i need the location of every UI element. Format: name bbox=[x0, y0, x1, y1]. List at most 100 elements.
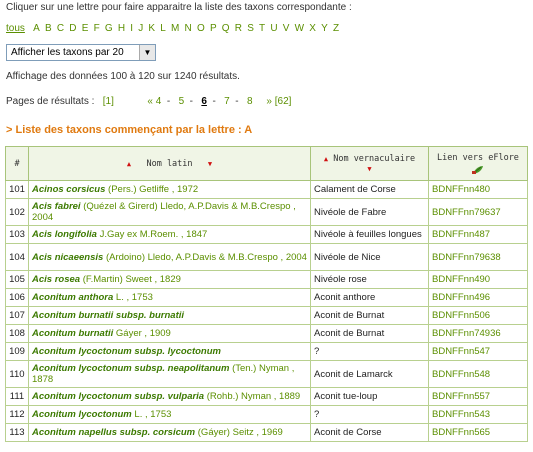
taxon-link[interactable]: Aconitum burnatii subsp. burnatii bbox=[32, 310, 184, 321]
taxa-per-page-select[interactable]: Afficher les taxons par 20 ▼ bbox=[6, 44, 156, 61]
page-link-last[interactable]: [62] bbox=[275, 96, 292, 107]
letter-link-r[interactable]: R bbox=[235, 23, 242, 34]
eflore-link[interactable]: BDNFFnn79638 bbox=[432, 252, 501, 263]
row-number: 109 bbox=[5, 342, 29, 361]
taxon-link[interactable]: Aconitum lycoctonum subsp. neapolitanum … bbox=[32, 363, 294, 385]
taxon-link[interactable]: Aconitum napellus subsp. corsicum (Gáyer… bbox=[32, 427, 283, 438]
table-header-row: # ▲ Nom latin ▼ ▲ Nom vernaculaire ▼ Lie… bbox=[5, 146, 528, 181]
letter-link-a[interactable]: A bbox=[33, 23, 40, 34]
latin-name-cell: Acinos corsicus (Pers.) Getliffe , 1972 bbox=[28, 180, 311, 199]
sort-asc-icon[interactable]: ▲ bbox=[324, 155, 328, 163]
letter-link-k[interactable]: K bbox=[148, 23, 155, 34]
eflore-link[interactable]: BDNFFnn548 bbox=[432, 369, 490, 380]
latin-name-cell: Aconitum lycoctonum subsp. lycoctonum bbox=[28, 342, 311, 361]
taxon-link[interactable]: Aconitum burnatii Gáyer , 1909 bbox=[32, 328, 171, 339]
letter-link-i[interactable]: I bbox=[130, 23, 133, 34]
eflore-link-cell: BDNFFnn548 bbox=[428, 360, 528, 388]
eflore-link[interactable]: BDNFFnn543 bbox=[432, 409, 490, 420]
row-number: 105 bbox=[5, 270, 29, 289]
eflore-link[interactable]: BDNFFnn557 bbox=[432, 391, 490, 402]
letter-link-h[interactable]: H bbox=[118, 23, 125, 34]
eflore-link[interactable]: BDNFFnn496 bbox=[432, 292, 490, 303]
eflore-link-cell: BDNFFnn506 bbox=[428, 306, 528, 325]
pagination-label: Pages de résultats : bbox=[6, 96, 95, 107]
letter-link-q[interactable]: Q bbox=[222, 23, 230, 34]
instruction-text: Cliquer sur une lettre pour faire appara… bbox=[6, 2, 352, 13]
taxon-link[interactable]: Acis nicaeensis (Ardoino) Lledo, A.P.Dav… bbox=[32, 252, 307, 263]
author-citation: (Rohb.) Nyman , 1889 bbox=[206, 391, 301, 402]
taxon-link[interactable]: Aconitum lycoctonum subsp. lycoctonum bbox=[32, 346, 221, 357]
eflore-link[interactable]: BDNFFnn79637 bbox=[432, 207, 501, 218]
page-link-prev[interactable]: « bbox=[147, 96, 153, 107]
letter-link-p[interactable]: P bbox=[210, 23, 217, 34]
table-row: 108 Aconitum burnatii Gáyer , 1909 Aconit … bbox=[5, 324, 528, 343]
taxon-link[interactable]: Aconitum lycoctonum L. , 1753 bbox=[32, 409, 171, 420]
latin-name-cell: Aconitum lycoctonum subsp. neapolitanum … bbox=[28, 360, 311, 388]
letter-link-x[interactable]: X bbox=[309, 23, 316, 34]
page-link-4[interactable]: 4 bbox=[156, 96, 162, 107]
table-row: 105 Acis rosea (F.Martin) Sweet , 1829 Niv… bbox=[5, 270, 528, 289]
letter-link-w[interactable]: W bbox=[295, 23, 304, 34]
taxon-link[interactable]: Acis longifolia J.Gay ex M.Roem. , 1847 bbox=[32, 229, 207, 240]
taxa-table: # ▲ Nom latin ▼ ▲ Nom vernaculaire ▼ Lie… bbox=[5, 146, 528, 442]
species-name: Aconitum lycoctonum bbox=[32, 409, 132, 420]
author-citation: L. , 1753 bbox=[134, 409, 172, 420]
eflore-link[interactable]: BDNFFnn487 bbox=[432, 229, 490, 240]
page-link-7[interactable]: 7 bbox=[224, 96, 230, 107]
chevron-down-icon[interactable]: ▼ bbox=[139, 45, 155, 60]
eflore-link[interactable]: BDNFFnn565 bbox=[432, 427, 490, 438]
table-row: 111 Aconitum lycoctonum subsp. vulparia (… bbox=[5, 387, 528, 406]
letter-link-m[interactable]: M bbox=[171, 23, 179, 34]
row-number: 113 bbox=[5, 423, 29, 442]
eflore-link[interactable]: BDNFFnn480 bbox=[432, 184, 490, 195]
page-link-first[interactable]: [1] bbox=[103, 96, 114, 107]
sort-desc-icon[interactable]: ▼ bbox=[367, 165, 371, 173]
author-citation: (Pers.) Getliffe , 1972 bbox=[108, 184, 199, 195]
eflore-link[interactable]: BDNFFnn74936 bbox=[432, 328, 501, 339]
taxon-link[interactable]: Acinos corsicus (Pers.) Getliffe , 1972 bbox=[32, 184, 198, 195]
eflore-link[interactable]: BDNFFnn506 bbox=[432, 310, 490, 321]
letter-link-j[interactable]: J bbox=[138, 23, 143, 34]
letter-link-e[interactable]: E bbox=[82, 23, 89, 34]
per-page-selected-value: Afficher les taxons par 20 bbox=[11, 47, 124, 58]
page-link-next[interactable]: » bbox=[266, 96, 272, 107]
page-current-6: 6 bbox=[201, 96, 207, 107]
sort-desc-icon[interactable]: ▼ bbox=[208, 160, 212, 168]
row-number: 102 bbox=[5, 198, 29, 226]
author-citation: L. , 1753 bbox=[115, 292, 153, 303]
letter-link-s[interactable]: S bbox=[247, 23, 254, 34]
sort-asc-icon[interactable]: ▲ bbox=[127, 160, 131, 168]
column-header-num: # bbox=[5, 146, 29, 181]
taxon-link[interactable]: Aconitum anthora L. , 1753 bbox=[32, 292, 153, 303]
letter-link-all[interactable]: tous bbox=[6, 23, 25, 34]
latin-name-cell: Aconitum burnatii Gáyer , 1909 bbox=[28, 324, 311, 343]
eflore-link[interactable]: BDNFFnn547 bbox=[432, 346, 490, 357]
letter-link-n[interactable]: N bbox=[185, 23, 192, 34]
page-link-8[interactable]: 8 bbox=[247, 96, 253, 107]
taxon-link[interactable]: Acis fabrei (Quézel & Girerd) Lledo, A.P… bbox=[32, 201, 296, 223]
page-link-5[interactable]: 5 bbox=[179, 96, 185, 107]
letter-link-u[interactable]: U bbox=[270, 23, 277, 34]
table-row: 102 Acis fabrei (Quézel & Girerd) Lledo, … bbox=[5, 198, 528, 226]
letter-link-d[interactable]: D bbox=[69, 23, 76, 34]
pagination: Pages de résultats : [1] « 4 - 5 - 6 - 7… bbox=[6, 96, 292, 107]
letter-link-v[interactable]: V bbox=[283, 23, 290, 34]
letter-link-y[interactable]: Y bbox=[321, 23, 328, 34]
letter-link-f[interactable]: F bbox=[94, 23, 100, 34]
eflore-link-cell: BDNFFnn480 bbox=[428, 180, 528, 199]
vernacular-name: Nivéole à feuilles longues bbox=[310, 225, 429, 244]
species-name: Aconitum lycoctonum bbox=[32, 391, 132, 402]
letter-link-b[interactable]: B bbox=[45, 23, 52, 34]
eflore-link[interactable]: BDNFFnn490 bbox=[432, 274, 490, 285]
letter-link-c[interactable]: C bbox=[57, 23, 64, 34]
letter-link-l[interactable]: L bbox=[160, 23, 166, 34]
column-header-latin-label: Nom latin bbox=[146, 158, 193, 169]
taxon-link[interactable]: Aconitum lycoctonum subsp. vulparia (Roh… bbox=[32, 391, 300, 402]
letter-link-g[interactable]: G bbox=[105, 23, 113, 34]
letter-link-z[interactable]: Z bbox=[333, 23, 339, 34]
letter-link-t[interactable]: T bbox=[259, 23, 265, 34]
taxon-link[interactable]: Acis rosea (F.Martin) Sweet , 1829 bbox=[32, 274, 181, 285]
letter-link-o[interactable]: O bbox=[197, 23, 205, 34]
table-row: 104 Acis nicaeensis (Ardoino) Lledo, A.P.… bbox=[5, 243, 528, 271]
row-number: 108 bbox=[5, 324, 29, 343]
